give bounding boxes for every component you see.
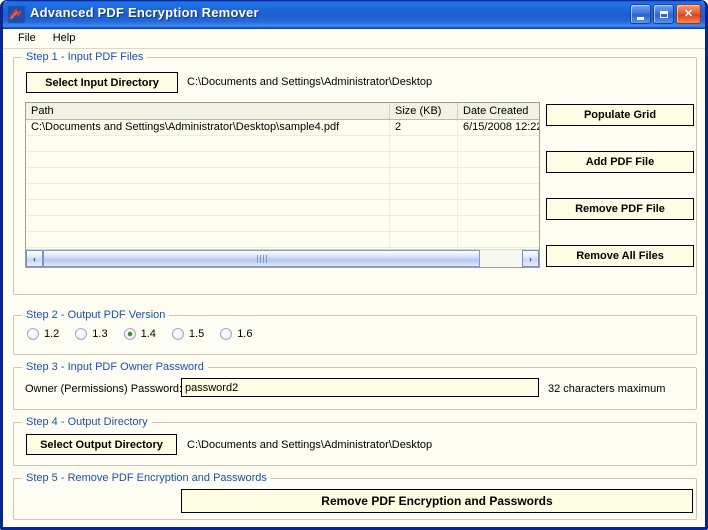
table-row-empty[interactable]	[26, 216, 539, 232]
scrollbar-grip-icon	[257, 255, 267, 263]
close-icon: ✕	[677, 5, 700, 23]
grid-header-row: Path Size (KB) Date Created	[26, 103, 539, 120]
table-row-empty[interactable]	[26, 136, 539, 152]
window-title: Advanced PDF Encryption Remover	[30, 5, 259, 20]
grid-body: C:\Documents and Settings\Administrator\…	[26, 120, 539, 264]
window-controls: ✕	[630, 4, 701, 24]
grid-horizontal-scrollbar[interactable]: ‹ ›	[26, 249, 539, 267]
step4-legend: Step 4 - Output Directory	[22, 416, 152, 428]
table-row-empty[interactable]	[26, 232, 539, 248]
scroll-right-arrow-icon[interactable]: ›	[522, 250, 539, 267]
radio-circle-icon	[220, 328, 232, 340]
table-row-empty[interactable]	[26, 168, 539, 184]
radio-label: 1.5	[189, 328, 204, 340]
app-icon	[8, 6, 25, 23]
radio-circle-selected-icon	[124, 328, 136, 340]
close-button[interactable]: ✕	[676, 4, 701, 24]
radio-version-1-4[interactable]: 1.4	[124, 328, 156, 340]
cell-path: C:\Documents and Settings\Administrator\…	[26, 120, 390, 135]
client-area: Step 1 - Input PDF Files Select Input Di…	[3, 49, 705, 524]
output-directory-path: C:\Documents and Settings\Administrator\…	[187, 439, 432, 451]
scrollbar-thumb[interactable]	[43, 250, 480, 267]
grid-column-path[interactable]: Path	[26, 103, 390, 119]
owner-password-input[interactable]	[181, 378, 539, 397]
remove-all-files-button[interactable]: Remove All Files	[546, 245, 694, 267]
remove-encryption-button[interactable]: Remove PDF Encryption and Passwords	[181, 489, 693, 513]
grid-column-size[interactable]: Size (KB)	[390, 103, 458, 119]
menu-bar: File Help	[3, 29, 705, 49]
minimize-button[interactable]	[630, 4, 651, 24]
table-row-empty[interactable]	[26, 152, 539, 168]
cell-date: 6/15/2008 12:22	[458, 120, 539, 135]
title-bar[interactable]: Advanced PDF Encryption Remover ✕	[3, 1, 705, 29]
radio-label: 1.4	[141, 328, 156, 340]
radio-circle-icon	[27, 328, 39, 340]
input-files-grid[interactable]: Path Size (KB) Date Created C:\Documents…	[25, 102, 540, 268]
table-row[interactable]: C:\Documents and Settings\Administrator\…	[26, 120, 539, 136]
menu-item-file[interactable]: File	[11, 31, 43, 47]
input-directory-path: C:\Documents and Settings\Administrator\…	[187, 76, 432, 88]
table-row-empty[interactable]	[26, 200, 539, 216]
scroll-left-arrow-icon[interactable]: ‹	[26, 250, 43, 267]
step3-legend: Step 3 - Input PDF Owner Password	[22, 361, 208, 373]
table-row-empty[interactable]	[26, 184, 539, 200]
radio-label: 1.3	[92, 328, 107, 340]
password-hint: 32 characters maximum	[548, 383, 665, 395]
step2-legend: Step 2 - Output PDF Version	[22, 309, 169, 321]
radio-version-1-5[interactable]: 1.5	[172, 328, 204, 340]
add-pdf-file-button[interactable]: Add PDF File	[546, 151, 694, 173]
step1-legend: Step 1 - Input PDF Files	[22, 51, 147, 63]
pdf-version-radio-group: 1.2 1.3 1.4 1.5 1.6	[27, 328, 268, 340]
populate-grid-button[interactable]: Populate Grid	[546, 104, 694, 126]
remove-pdf-file-button[interactable]: Remove PDF File	[546, 198, 694, 220]
scrollbar-track[interactable]	[43, 250, 522, 267]
maximize-button[interactable]	[653, 4, 674, 24]
select-output-directory-button[interactable]: Select Output Directory	[26, 434, 177, 455]
application-window: Advanced PDF Encryption Remover ✕ File H…	[0, 0, 708, 530]
radio-circle-icon	[75, 328, 87, 340]
owner-password-label: Owner (Permissions) Password:	[25, 383, 182, 395]
select-input-directory-button[interactable]: Select Input Directory	[26, 72, 178, 93]
radio-label: 1.6	[237, 328, 252, 340]
grid-column-date[interactable]: Date Created	[458, 103, 539, 119]
radio-version-1-6[interactable]: 1.6	[220, 328, 252, 340]
step5-legend: Step 5 - Remove PDF Encryption and Passw…	[22, 472, 271, 484]
radio-version-1-2[interactable]: 1.2	[27, 328, 59, 340]
cell-size: 2	[390, 120, 458, 135]
radio-circle-icon	[172, 328, 184, 340]
radio-version-1-3[interactable]: 1.3	[75, 328, 107, 340]
radio-label: 1.2	[44, 328, 59, 340]
menu-item-help[interactable]: Help	[46, 31, 83, 47]
